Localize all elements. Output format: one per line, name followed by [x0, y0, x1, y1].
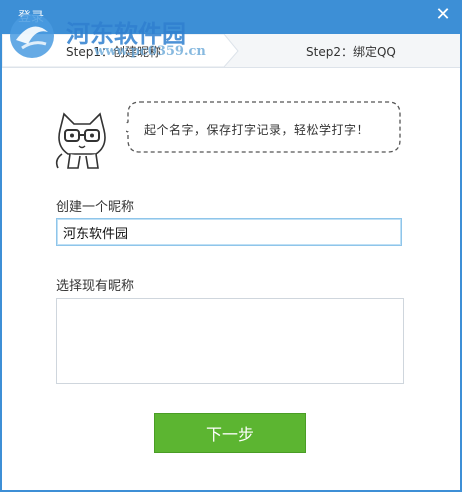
cat-mascot: [55, 112, 106, 169]
site-logo: [10, 14, 54, 58]
create-nickname-label: 创建一个昵称: [56, 200, 135, 215]
next-step-button[interactable]: 下一步: [154, 413, 306, 453]
watermark-url: www.pc0359.cn: [94, 44, 206, 59]
tip-text: 起个名字，保存打字记录，轻松学打字！: [144, 123, 370, 137]
step2-label: Step2：绑定QQ: [306, 45, 396, 59]
dialog-body: Step1：创建昵称 Step2：绑定QQ 河东软件园 www.pc0359.c…: [2, 14, 460, 490]
existing-nickname-label: 选择现有昵称: [56, 279, 135, 294]
close-icon[interactable]: ✕: [432, 4, 454, 26]
existing-nickname-list[interactable]: [56, 298, 404, 384]
nickname-input[interactable]: [56, 218, 402, 246]
